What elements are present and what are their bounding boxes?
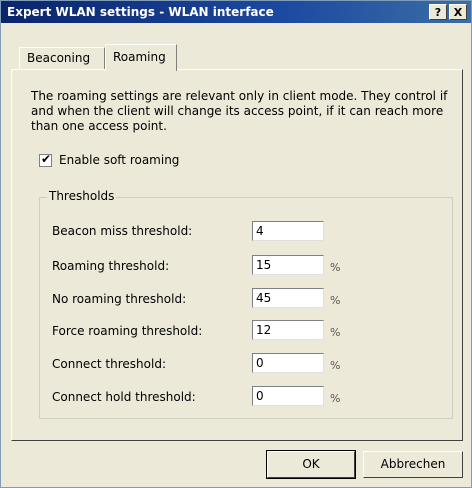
roaming-threshold-input[interactable]: 15 bbox=[252, 255, 324, 275]
roaming-description: The roaming settings are relevant only i… bbox=[31, 89, 448, 133]
beacon-miss-label: Beacon miss threshold: bbox=[52, 224, 193, 238]
force-roaming-threshold-input[interactable]: 12 bbox=[252, 320, 324, 340]
soft-roaming-checkbox[interactable]: ✔ bbox=[39, 152, 52, 167]
tab-beaconing-label: Beaconing bbox=[27, 51, 91, 65]
checkmark-icon: ✔ bbox=[41, 152, 52, 166]
close-button[interactable]: X bbox=[449, 4, 467, 20]
connect-threshold-unit: % bbox=[330, 359, 341, 372]
thresholds-group-label: Thresholds bbox=[47, 189, 117, 203]
connect-threshold-input[interactable]: 0 bbox=[252, 353, 324, 373]
no-roaming-threshold-input[interactable]: 45 bbox=[252, 288, 324, 308]
ok-button[interactable]: OK bbox=[266, 450, 356, 479]
tab-beaconing[interactable]: Beaconing bbox=[19, 47, 105, 69]
roaming-threshold-label: Roaming threshold: bbox=[52, 259, 170, 273]
expert-wlan-dialog: Expert WLAN settings - WLAN interface ? … bbox=[0, 0, 472, 488]
connect-threshold-label: Connect threshold: bbox=[52, 357, 166, 371]
title-bar[interactable]: Expert WLAN settings - WLAN interface ? … bbox=[1, 1, 471, 23]
tab-roaming[interactable]: Roaming bbox=[105, 44, 177, 71]
window-title: Expert WLAN settings - WLAN interface bbox=[7, 5, 274, 19]
roaming-threshold-unit: % bbox=[330, 261, 341, 274]
help-button[interactable]: ? bbox=[429, 4, 447, 20]
beacon-miss-input[interactable]: 4 bbox=[252, 221, 324, 241]
force-roaming-threshold-unit: % bbox=[330, 326, 341, 339]
tab-roaming-label: Roaming bbox=[113, 50, 166, 64]
no-roaming-threshold-label: No roaming threshold: bbox=[52, 292, 187, 306]
connect-hold-threshold-label: Connect hold threshold: bbox=[52, 390, 196, 404]
connect-hold-threshold-unit: % bbox=[330, 392, 341, 405]
force-roaming-threshold-label: Force roaming threshold: bbox=[52, 324, 203, 338]
cancel-button[interactable]: Abbrechen bbox=[363, 451, 463, 478]
soft-roaming-label[interactable]: Enable soft roaming bbox=[59, 153, 179, 167]
no-roaming-threshold-unit: % bbox=[330, 294, 341, 307]
connect-hold-threshold-input[interactable]: 0 bbox=[252, 386, 324, 406]
